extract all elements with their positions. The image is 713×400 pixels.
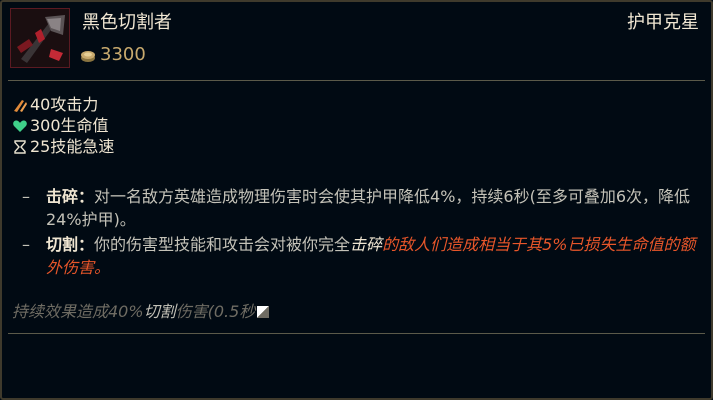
passive-keyword: 击碎	[350, 235, 383, 254]
health-heart-icon	[12, 118, 28, 134]
stat-health: 300生命值	[12, 115, 114, 136]
footnote-keyword: 切割	[143, 302, 176, 321]
passive-description: 对一名敌方英雄造成物理伤害时会使其护甲降低4%，持续6秒(至多可叠加6次，降低2…	[46, 187, 691, 229]
cursor-icon	[257, 306, 270, 318]
passive-name: 击碎	[46, 187, 79, 206]
footer-divider	[8, 333, 705, 334]
item-tooltip: 黑色切割者 3300 护甲克星 40攻击力 300生命值 25技能急速 – 击碎…	[0, 0, 713, 400]
item-cost: 3300	[80, 45, 146, 65]
footnote-text-before: 持续效果造成40%	[12, 302, 144, 321]
item-category-tag: 护甲克星	[627, 12, 699, 33]
stat-ability-haste: 25技能急速	[12, 136, 114, 157]
passive-carve: – 击碎：对一名敌方英雄造成物理伤害时会使其护甲降低4%，持续6秒(至多可叠加6次…	[22, 187, 691, 229]
passive-fervor: – 切割：你的伤害型技能和攻击会对被你完全击碎的敌人们造成相当于其5%已损失生命值…	[22, 235, 696, 277]
stat-attack-damage: 40攻击力	[12, 94, 114, 115]
item-footnote: 持续效果造成40%切割伤害(0.5秒	[12, 301, 270, 323]
footnote-text-after: 伤害(0.5秒	[175, 302, 256, 321]
gold-cost-value: 3300	[100, 44, 146, 65]
passive-description: 你的伤害型技能和攻击会对被你完全	[94, 235, 351, 254]
black-cleaver-axe-icon	[10, 8, 70, 68]
item-stats: 40攻击力 300生命值 25技能急速	[12, 94, 114, 157]
stat-ability-haste-label: 25技能急速	[30, 137, 115, 156]
bullet: –	[22, 235, 30, 254]
stat-health-label: 300生命值	[30, 116, 109, 135]
passive-list: – 击碎：对一名敌方英雄造成物理伤害时会使其护甲降低4%，持续6秒(至多可叠加6次…	[20, 185, 700, 281]
header-divider	[8, 80, 705, 81]
item-name: 黑色切割者	[82, 12, 172, 33]
gold-coin-icon	[80, 48, 96, 62]
stat-attack-damage-label: 40攻击力	[30, 95, 99, 114]
passive-name: 切割	[46, 235, 79, 254]
attack-damage-icon	[12, 97, 28, 113]
ability-haste-hourglass-icon	[12, 139, 28, 155]
bullet: –	[22, 187, 30, 206]
